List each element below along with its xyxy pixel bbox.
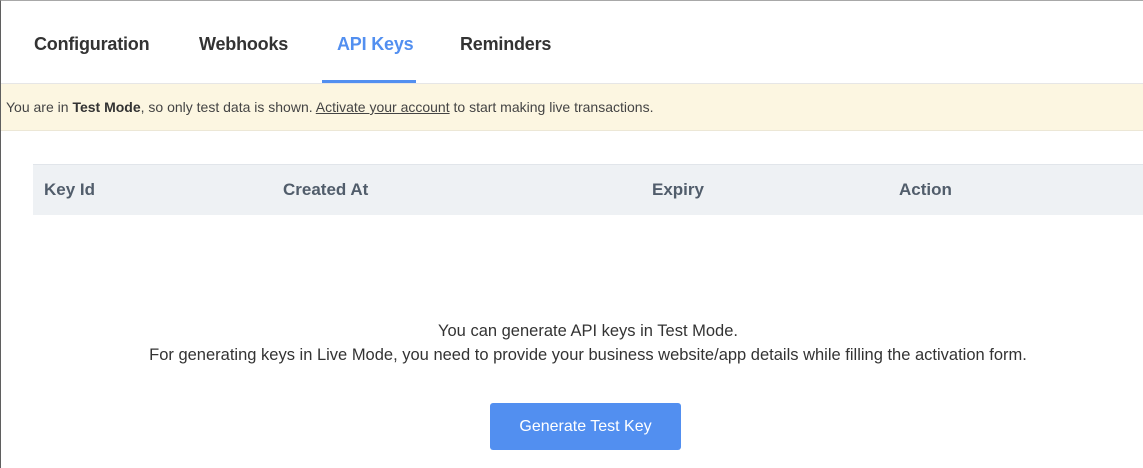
- tab-api-keys[interactable]: API Keys: [337, 34, 414, 55]
- banner-middle: , so only test data is shown.: [140, 99, 316, 115]
- tab-configuration[interactable]: Configuration: [34, 34, 150, 55]
- banner-prefix: You are in: [6, 99, 73, 115]
- activate-account-link[interactable]: Activate your account: [316, 99, 450, 115]
- generate-test-key-button[interactable]: Generate Test Key: [490, 403, 681, 450]
- api-keys-table-header: Key Id Created At Expiry Action: [33, 164, 1143, 215]
- tab-webhooks[interactable]: Webhooks: [199, 34, 288, 55]
- empty-state-line-2: For generating keys in Live Mode, you ne…: [149, 346, 1027, 364]
- empty-state-line-1: You can generate API keys in Test Mode.: [438, 322, 738, 340]
- tab-bar: Configuration Webhooks API Keys Reminder…: [1, 1, 1143, 84]
- column-header-action: Action: [899, 180, 952, 199]
- test-mode-banner: You are in Test Mode, so only test data …: [1, 84, 1143, 131]
- column-header-expiry: Expiry: [652, 180, 704, 199]
- banner-suffix: to start making live transactions.: [449, 99, 654, 115]
- tab-reminders[interactable]: Reminders: [460, 34, 551, 55]
- active-tab-indicator: [322, 80, 416, 83]
- column-header-key-id: Key Id: [44, 180, 96, 199]
- column-header-created-at: Created At: [283, 180, 369, 199]
- banner-mode: Test Mode: [72, 99, 141, 115]
- empty-state-message: You can generate API keys in Test Mode. …: [33, 319, 1143, 367]
